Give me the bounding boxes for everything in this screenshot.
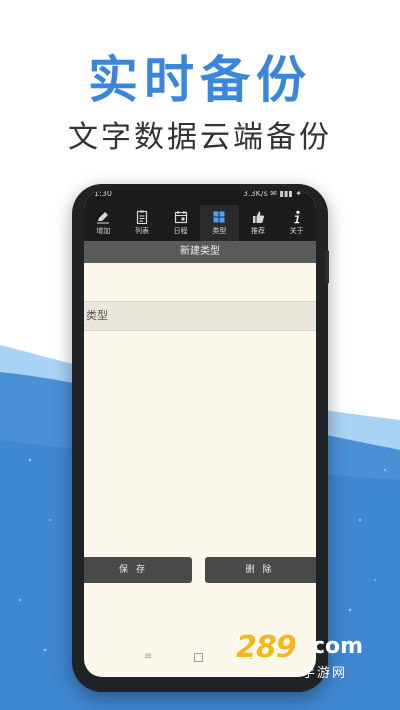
pencil-icon: [97, 212, 110, 224]
type-name-input[interactable]: 类型: [84, 301, 316, 331]
watermark-suffix: com: [312, 634, 364, 659]
menu-icon[interactable]: ≡: [144, 651, 152, 662]
grid-icon: [213, 211, 225, 223]
nav-item-types[interactable]: 类型: [200, 205, 239, 241]
delete-button[interactable]: 删除: [205, 557, 316, 583]
watermark-number: 289: [236, 630, 297, 665]
thumbs-up-icon: [253, 211, 265, 223]
nav-label: 日程: [173, 227, 188, 235]
page-title: 新建类型: [84, 241, 316, 263]
status-bar: 1:30 3.3K/s ✉ ▮▮▮ ✦: [84, 191, 316, 205]
status-indicators: 3.3K/s ✉ ▮▮▮ ✦: [242, 191, 302, 198]
nav-item-about[interactable]: 关于: [277, 205, 316, 241]
watermark-subtitle: 手游网: [302, 666, 348, 681]
nav-item-list[interactable]: 列表: [123, 205, 162, 241]
info-icon: [293, 210, 300, 224]
phone-side-button: [325, 250, 329, 284]
nav-label: 类型: [212, 227, 227, 235]
nav-label: 列表: [135, 227, 149, 235]
nav-label: 关于: [289, 227, 304, 235]
nav-item-schedule[interactable]: 日程: [161, 205, 200, 241]
calendar-icon: [174, 211, 187, 224]
top-nav: 增加 列表 日程 类型 推荐 关于: [84, 205, 316, 241]
status-time: 1:30: [94, 191, 112, 198]
promo-subhead: 文字数据云端备份: [68, 120, 332, 155]
home-icon[interactable]: [194, 653, 203, 662]
nav-item-recommend[interactable]: 推荐: [239, 205, 278, 241]
save-button[interactable]: 保存: [84, 557, 192, 583]
promo-headline: 实时备份: [88, 51, 312, 109]
phone-screen: 1:30 3.3K/s ✉ ▮▮▮ ✦ 增加 列表 日程 类型 推荐 关于 新建…: [84, 191, 316, 677]
nav-item-add[interactable]: 增加: [84, 205, 123, 241]
site-watermark: 289 com 手游网: [236, 630, 386, 690]
clipboard-icon: [136, 210, 148, 224]
nav-label: 推荐: [251, 227, 266, 235]
nav-label: 增加: [96, 227, 111, 235]
